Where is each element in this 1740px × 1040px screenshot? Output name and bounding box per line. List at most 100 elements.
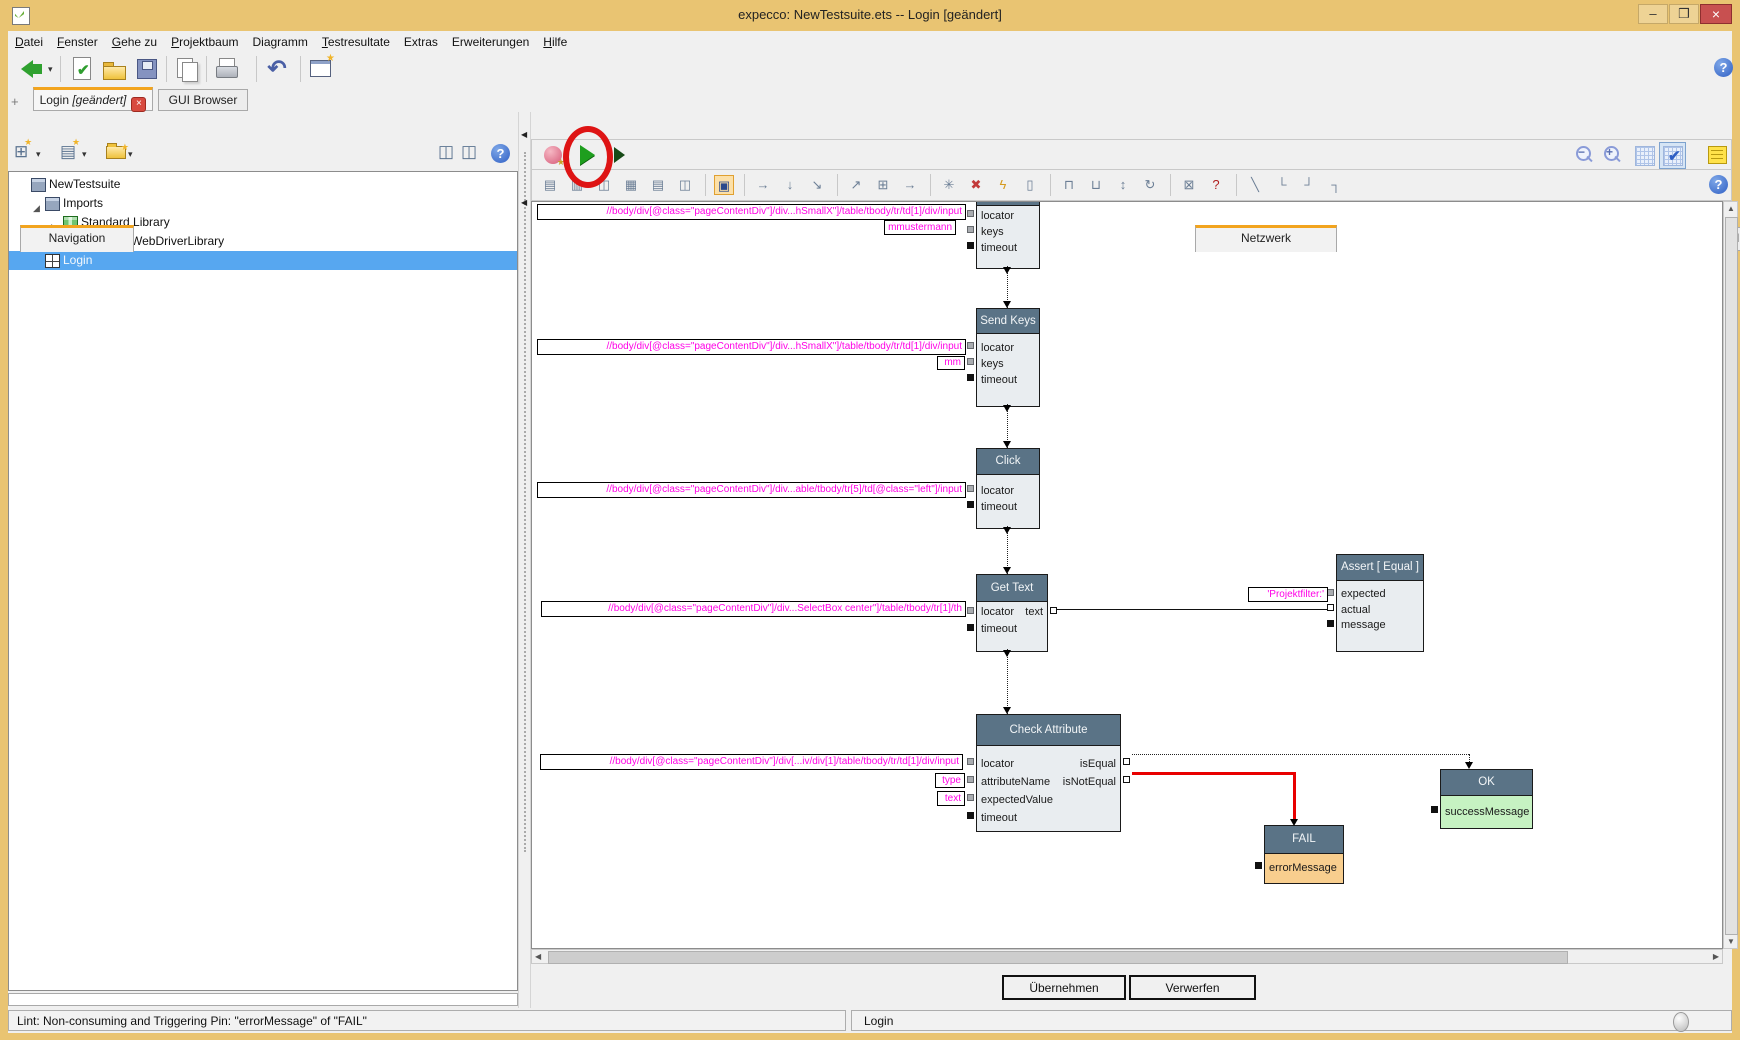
input-pin[interactable] (967, 501, 974, 508)
node-get-text[interactable]: Get Textlocatortexttimeout (976, 574, 1048, 652)
output-pin[interactable] (1123, 776, 1130, 783)
add-connection-icon[interactable]: ↗ (846, 175, 866, 195)
input-pin[interactable] (967, 758, 974, 765)
route-diagonal-icon[interactable]: ╲ (1245, 175, 1265, 195)
new-folder-icon[interactable] (106, 146, 126, 159)
add-tab-icon[interactable]: + (11, 94, 19, 109)
menu-diagramm[interactable]: Diagramm (246, 33, 315, 51)
splitter-expand-icon[interactable]: ◀ (521, 198, 527, 207)
node-ok[interactable]: OKsuccessMessage (1440, 769, 1533, 829)
back-icon[interactable] (20, 56, 46, 82)
scroll-right-icon[interactable]: ▶ (1713, 952, 1719, 961)
back-dropdown-icon[interactable]: ▾ (48, 64, 53, 75)
menu-erweiterungen[interactable]: Erweiterungen (445, 33, 536, 51)
node-assert-equal[interactable]: Assert [ Equal ]expectedactualmessage (1336, 554, 1424, 652)
route-corner-icon[interactable]: └ (1272, 175, 1292, 195)
new-view-icon[interactable]: ⊞ (14, 142, 28, 162)
grid-snap-button[interactable] (1659, 142, 1686, 169)
minimize-button[interactable]: – (1638, 4, 1668, 24)
project-tree[interactable]: NewTestsuite◢Imports▷Standard Library▷Se… (8, 171, 518, 991)
print-icon[interactable] (214, 56, 240, 82)
resize-grip-icon[interactable] (1673, 1012, 1689, 1032)
input-value-box[interactable]: 'Projektfilter:' (1248, 587, 1328, 602)
input-value-box[interactable]: mm (937, 356, 965, 370)
abort-icon[interactable] (544, 146, 562, 164)
input-pin[interactable] (1431, 806, 1438, 813)
menu-projektbaum[interactable]: Projektbaum (164, 33, 245, 51)
horizontal-scrollbar[interactable]: ◀▶ (531, 949, 1723, 964)
node-send-keys[interactable]: Send Keyslocatorkeystimeout (976, 308, 1040, 407)
node-click[interactable]: Clicklocatortimeout (976, 448, 1040, 529)
ok-connection-drop[interactable] (1469, 754, 1470, 762)
forward-icon[interactable]: → (900, 175, 920, 195)
input-value-box[interactable]: text (937, 791, 965, 806)
input-pin[interactable] (967, 242, 974, 249)
fail-connection-drop[interactable] (1293, 772, 1296, 819)
output-pin[interactable] (1123, 758, 1130, 765)
add-block-icon[interactable]: ▣ (714, 175, 734, 195)
layout-save-icon[interactable]: ▤ (648, 175, 668, 195)
output-pin[interactable] (1050, 607, 1057, 614)
panel-split-icon[interactable]: ◫ (461, 142, 477, 162)
tab-netzwerk[interactable]: Netzwerk (1195, 225, 1337, 252)
new-page-icon[interactable]: ▯ (1020, 175, 1040, 195)
input-value-box[interactable]: //body/div[@class="pageContentDiv"]/div[… (540, 754, 963, 770)
maximize-button[interactable]: ❒ (1669, 4, 1699, 24)
menu-extras[interactable]: Extras (397, 33, 445, 51)
menu-datei[interactable]: Datei (8, 33, 50, 51)
help-icon[interactable]: ? (1709, 175, 1728, 194)
zoom-out-icon[interactable]: − (1573, 144, 1595, 166)
scroll-down-icon[interactable]: ▼ (1727, 937, 1735, 946)
input-pin[interactable] (967, 812, 974, 819)
layout-window-right-icon[interactable]: ◫ (594, 175, 614, 195)
new-view-icon-dropdown[interactable]: ▾ (36, 149, 41, 160)
new-item-icon[interactable]: ▤ (60, 142, 76, 162)
input-value-box[interactable]: //body/div[@class="pageContentDiv"]/div.… (537, 482, 966, 498)
input-pin[interactable] (967, 210, 974, 217)
undo-icon[interactable]: ↶ (264, 56, 290, 82)
run-icon[interactable] (580, 145, 595, 165)
node-fail[interactable]: FAILerrorMessage (1264, 825, 1344, 884)
route-ortho-icon[interactable]: ┐ (1326, 175, 1346, 195)
new-window-icon[interactable] (174, 56, 200, 82)
panel-splitter[interactable]: ◀ ◀ (518, 112, 531, 1008)
fail-connection[interactable] (1132, 772, 1296, 775)
splitter-collapse-icon[interactable]: ◀ (521, 130, 527, 139)
help-icon[interactable]: ? (491, 144, 510, 163)
pin-vertical-icon[interactable]: ↕ (1113, 175, 1133, 195)
close-tab-icon[interactable]: × (131, 97, 146, 112)
input-value-box[interactable]: type (935, 773, 965, 788)
new-trigger-icon[interactable]: ϟ (993, 175, 1013, 195)
input-pin[interactable] (967, 485, 974, 492)
apply-button[interactable]: Übernehmen (1002, 975, 1126, 1000)
insert-right-icon[interactable]: → (753, 175, 773, 195)
discard-button[interactable]: Verwerfen (1129, 975, 1256, 1000)
notes-icon[interactable] (1708, 146, 1727, 164)
tab-navigation[interactable]: Navigation (20, 225, 134, 252)
input-pin[interactable] (967, 226, 974, 233)
new-folder-icon-dropdown[interactable]: ▾ (128, 149, 133, 160)
panel-left-icon[interactable]: ◫ (438, 142, 454, 162)
menu-testresultate[interactable]: Testresultate (315, 33, 397, 51)
layout-columns-icon[interactable]: ◫ (675, 175, 695, 195)
window-refresh-icon[interactable] (308, 56, 334, 82)
zoom-in-icon[interactable]: + (1601, 144, 1623, 166)
input-pin[interactable] (1327, 604, 1334, 611)
open-file-icon[interactable] (102, 56, 128, 82)
insert-below-icon[interactable]: ↓ (780, 175, 800, 195)
delete-element-icon[interactable]: ✖ (966, 175, 986, 195)
node-sendkeys-top[interactable]: locatorkeystimeout (976, 201, 1040, 269)
pin-rotate-icon[interactable]: ↻ (1140, 175, 1160, 195)
input-pin[interactable] (1327, 589, 1334, 596)
node-check-attribute[interactable]: Check AttributelocatorisEqualattributeNa… (976, 714, 1121, 832)
pin-top-icon[interactable]: ⊓ (1059, 175, 1079, 195)
layout-chart-icon[interactable]: ▦ (621, 175, 641, 195)
input-value-box[interactable]: //body/div[@class="pageContentDiv"]/div.… (537, 204, 966, 220)
help-icon[interactable]: ? (1714, 58, 1733, 77)
input-pin[interactable] (967, 794, 974, 801)
flow-connection[interactable] (1007, 649, 1008, 714)
tree-item-login[interactable]: Login (9, 251, 517, 270)
input-pin[interactable] (967, 374, 974, 381)
layout-window-bottom-icon[interactable]: ▤ (540, 175, 560, 195)
save-icon[interactable] (134, 56, 160, 82)
